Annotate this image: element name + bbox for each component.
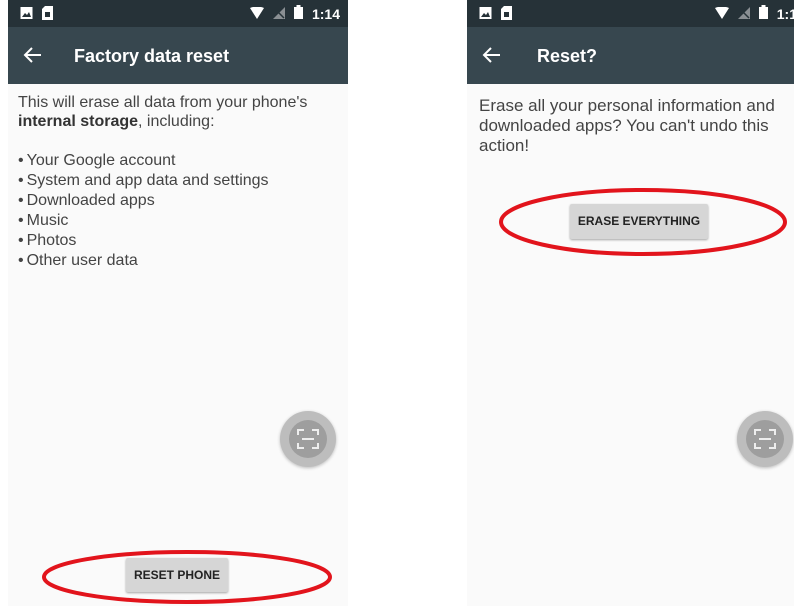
erase-everything-button[interactable]: ERASE EVERYTHING: [570, 204, 708, 239]
back-arrow-icon[interactable]: [21, 43, 45, 67]
list-item: Photos: [18, 231, 340, 251]
reset-confirm-screen: 1:1 Reset? Erase all your personal infor…: [467, 0, 794, 606]
clock-time: 1:14: [311, 5, 340, 22]
reset-description: This will erase all data from your phone…: [18, 93, 340, 131]
battery-icon: [293, 5, 303, 22]
list-item: Downloaded apps: [18, 191, 340, 211]
image-notification-icon: [20, 6, 33, 20]
sim-card-icon: [501, 6, 514, 20]
screenshot-icon: [297, 429, 319, 449]
wifi-icon: [249, 6, 264, 22]
image-notification-icon: [479, 6, 492, 20]
confirm-message: Erase all your personal information and …: [479, 96, 775, 155]
battery-icon: [758, 5, 768, 22]
app-bar: Reset?: [467, 27, 794, 84]
clock-time: 1:1: [776, 5, 794, 22]
app-bar: Factory data reset: [8, 27, 348, 84]
screenshot-icon: [754, 429, 776, 449]
erased-data-list: Your Google account System and app data …: [18, 151, 340, 271]
no-signal-icon: [737, 6, 750, 22]
list-item: System and app data and settings: [18, 171, 340, 191]
list-item: Your Google account: [18, 151, 340, 171]
intro-suffix-text: , including:: [138, 113, 215, 130]
screenshot-fab-button[interactable]: [737, 411, 793, 467]
no-signal-icon: [272, 6, 285, 22]
status-bar: 1:1: [467, 0, 794, 27]
list-item: Music: [18, 211, 340, 231]
back-arrow-icon[interactable]: [480, 43, 504, 67]
intro-text: This will erase all data from your phone…: [18, 94, 308, 111]
page-title: Reset?: [537, 46, 598, 66]
intro-bold-text: internal storage: [18, 113, 139, 130]
list-item: Other user data: [18, 251, 340, 271]
wifi-icon: [714, 6, 729, 22]
factory-reset-screen: 1:14 Factory data reset This will erase …: [8, 0, 348, 606]
status-bar: 1:14: [8, 0, 348, 27]
screenshot-fab-button[interactable]: [280, 411, 336, 467]
reset-phone-button[interactable]: RESET PHONE: [126, 558, 228, 592]
sim-card-icon: [42, 6, 55, 20]
page-title: Factory data reset: [74, 46, 230, 66]
